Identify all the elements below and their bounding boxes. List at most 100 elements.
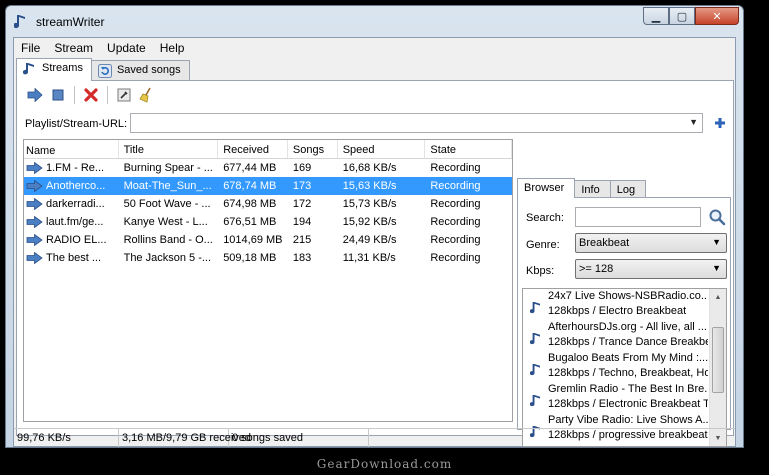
properties-button[interactable] [114,85,134,105]
cell-title: Moat-The_Sun_... [123,180,212,192]
list-item[interactable]: 24x7 Live Shows-NSBRadio.co.... 128kbps /… [523,289,726,320]
music-note-icon [530,333,540,345]
stop-icon [52,89,64,101]
tab-browser[interactable]: Browser [517,178,576,198]
cell-received: 678,74 MB [223,180,277,192]
menu-file[interactable]: File [14,38,47,57]
maximize-button[interactable]: ▢ [669,7,695,25]
table-row[interactable]: Anotherco... Moat-The_Sun_... 678,74 MB 173… [24,177,512,195]
client-area: File Stream Update Help Streams Saved so… [13,37,736,462]
column-header-songs[interactable]: Songs [288,140,338,158]
broom-icon [139,87,151,103]
kbps-select[interactable]: >= 128 ▼ [575,259,727,279]
cell-songs: 183 [292,252,312,264]
menu-help[interactable]: Help [153,38,192,57]
refresh-icon [97,64,112,78]
tab-streams[interactable]: Streams [16,58,92,81]
column-header-speed[interactable]: Speed [338,140,426,158]
cell-state: Recording [430,180,481,192]
station-name: AfterhoursDJs.org - All live, all ... [548,321,707,333]
delete-x-icon [84,88,98,102]
stream-url-input[interactable]: ▼ [130,113,703,133]
menu-stream[interactable]: Stream [47,38,100,57]
search-input[interactable] [575,207,701,227]
browser-panel: Search: Genre: Breakbeat ▼ Kbps: >= 128 … [517,197,731,462]
stream-url-label: Playlist/Stream-URL: [25,118,128,130]
tab-saved-songs-label: Saved songs [116,64,181,76]
chevron-down-icon[interactable]: ▼ [689,117,698,127]
chevron-down-icon: ▼ [712,263,721,273]
start-recording-button[interactable] [25,85,45,105]
cell-state: Recording [430,252,481,264]
station-info: 128kbps / Techno, Breakbeat, Ho [548,367,708,379]
cell-name: RADIO EL... [24,234,119,246]
table-row[interactable]: 1.FM - Re... Burning Spear - ... 677,44 MB… [24,159,512,177]
cell-name-text: laut.fm/ge... [46,216,104,228]
cell-received: 1014,69 MB [223,234,283,246]
table-row[interactable]: The best ... The Jackson 5 -... 509,18 MB 1… [24,249,512,267]
scroll-thumb[interactable] [712,327,724,393]
genre-label: Genre: [526,239,560,251]
remove-button[interactable] [81,85,101,105]
browser-scrollbar[interactable]: ▲ ▼ [709,289,726,446]
search-label: Search: [526,212,564,224]
music-note-icon [23,63,34,75]
table-row[interactable]: darkerradi... 50 Foot Wave - ... 674,98 MB… [24,195,512,213]
cell-received: 676,51 MB [223,216,277,228]
window-controls: ▁ ▢ ✕ [643,7,739,26]
tab-saved-songs[interactable]: Saved songs [90,60,190,81]
cell-speed: 16,68 KB/s [342,162,397,174]
kbps-label: Kbps: [526,265,555,277]
table-body: 1.FM - Re... Burning Spear - ... 677,44 MB… [24,159,512,267]
cell-name-text: Anotherco... [46,180,106,192]
list-item[interactable]: AfterhoursDJs.org - All live, all ... 128… [523,320,726,351]
play-arrow-icon [26,234,43,246]
cell-title: Rollins Band - O... [123,234,213,246]
toolbar [25,85,157,105]
play-arrow-icon [26,162,43,174]
station-info: 128kbps / Trance Dance Breakbea [548,336,708,348]
table-row[interactable]: laut.fm/ge... Kanye West - L... 676,51 MB 1… [24,213,512,231]
list-item[interactable]: Gremlin Radio - The Best In Bre... 128kbp… [523,382,726,413]
toolbar-separator [74,86,75,104]
tab-streams-label: Streams [42,62,83,74]
stop-recording-button[interactable] [48,85,68,105]
tab-log[interactable]: Log [609,180,647,198]
cell-received: 677,44 MB [223,162,277,174]
streams-panel: Playlist/Stream-URL: ▼ Name Title Receiv… [16,80,734,462]
main-tabs: Streams Saved songs [16,58,190,81]
cell-state: Recording [430,216,481,228]
genre-select[interactable]: Breakbeat ▼ [575,233,727,253]
station-info: 128kbps / Electro Breakbeat [548,305,687,317]
cell-songs: 173 [292,180,312,192]
minimize-button[interactable]: ▁ [643,7,669,25]
search-icon[interactable] [708,208,726,226]
tune-icon [117,88,131,102]
cell-songs: 169 [292,162,312,174]
watermark: GearDownload.com [316,457,453,471]
cell-name: darkerradi... [24,198,119,210]
scroll-up-icon[interactable]: ▲ [710,289,726,305]
cell-name: laut.fm/ge... [24,216,119,228]
play-arrow-icon [27,88,43,102]
genre-select-value: Breakbeat [579,237,630,249]
cell-name-text: darkerradi... [46,198,105,210]
menu-update[interactable]: Update [100,38,153,57]
tab-info[interactable]: Info [574,180,611,198]
table-row[interactable]: RADIO EL... Rollins Band - O... 1014,69 MB… [24,231,512,249]
title-bar[interactable]: streamWriter ▁ ▢ ✕ [6,6,743,36]
play-arrow-icon [26,252,43,264]
stream-browser-list: 24x7 Live Shows-NSBRadio.co.... 128kbps /… [522,288,727,447]
cell-state: Recording [430,234,481,246]
column-header-title[interactable]: Title [119,140,219,158]
list-item[interactable]: Bugaloo Beats From My Mind :... 128kbps /… [523,351,726,382]
plus-icon [715,118,725,128]
column-header-name[interactable]: Name [24,140,119,158]
column-header-received[interactable]: Received [218,140,288,158]
clean-button[interactable] [137,85,157,105]
cell-speed: 15,63 KB/s [342,180,397,192]
column-header-state[interactable]: State [425,140,512,158]
add-stream-button[interactable] [711,113,729,133]
cell-title: Burning Spear - ... [123,162,213,174]
close-button[interactable]: ✕ [695,7,739,25]
